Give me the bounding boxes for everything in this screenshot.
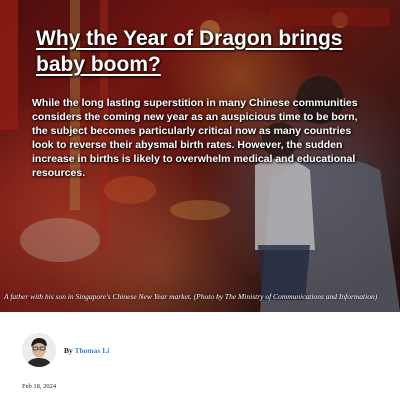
author-portrait-icon xyxy=(22,333,56,367)
publish-date: Feb 18, 2024 xyxy=(22,383,57,390)
author-link[interactable]: Thomas Li xyxy=(75,346,110,355)
byline-prefix: By xyxy=(64,345,75,355)
article-title[interactable]: Why the Year of Dragon brings baby boom? xyxy=(36,26,376,78)
hero-image: Why the Year of Dragon brings baby boom?… xyxy=(0,0,400,312)
image-caption: A father with his son in Singapore's Chi… xyxy=(4,292,378,301)
byline: By Thomas Li xyxy=(64,346,109,355)
article-summary: While the long lasting superstition in m… xyxy=(32,97,358,179)
avatar[interactable] xyxy=(22,333,56,367)
author-row: By Thomas Li xyxy=(22,332,109,368)
